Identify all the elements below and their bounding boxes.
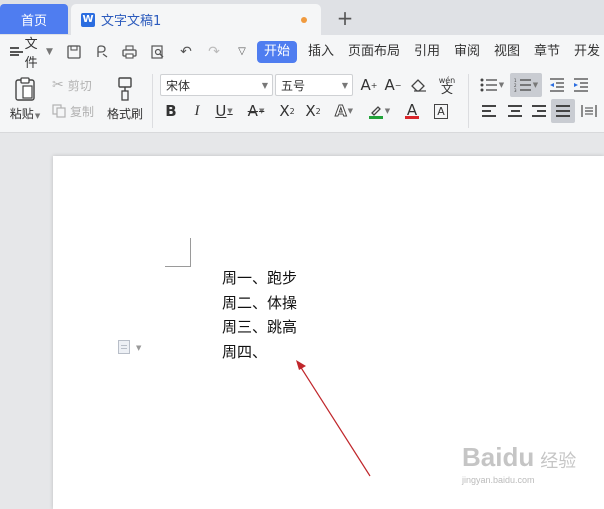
tab-insert[interactable]: 插入 [301,41,341,63]
tab-developer[interactable]: 开发 [567,41,604,63]
tab-document[interactable]: W 文字文稿1 [71,4,321,35]
tab-home-label: 首页 [20,13,47,29]
outdent-icon [550,78,564,92]
font-size-value: 五号 [281,78,306,93]
clear-format-button[interactable] [408,74,430,96]
decrease-indent-button[interactable] [546,74,568,96]
paste-label: 粘贴▼ [9,106,41,121]
indent-icon [574,78,588,92]
font-name-value: 宋体 [166,78,191,93]
watermark-logo: Baidu [462,442,535,472]
underline-button[interactable]: U ▼ [210,100,238,122]
chevron-down-icon: ▼ [46,46,53,57]
scissors-icon: ✂ [52,77,64,93]
chevron-down-icon[interactable]: ▼ [136,344,141,352]
file-menu-button[interactable]: 文件 ▼ [10,33,53,71]
watermark-jingyan: 经验 [540,451,577,472]
font-color-button[interactable]: A [398,100,426,122]
pinyin-guide-button[interactable]: wén 文 [434,74,460,96]
unsaved-dot-icon [301,17,307,23]
bullet-list-button[interactable]: ▼ [478,74,506,96]
align-center-button[interactable] [502,100,528,122]
copy-button[interactable]: 复制 [52,102,94,120]
document-line: 周四、 [222,342,268,361]
numbered-list-button[interactable]: 1 2 3 ▼ [510,73,542,97]
increase-font-size-button[interactable]: A + [358,74,380,96]
distribute-button[interactable] [578,100,600,122]
watermark-url: jingyan.baidu.com [462,475,535,485]
tab-section[interactable]: 章节 [527,41,567,63]
text-effect-icon: A [335,102,348,121]
quick-access-toolbar: ↶ ↷ ▽ [65,43,251,61]
align-right-button[interactable] [526,100,552,122]
decrease-font-size-button[interactable]: A − [382,74,404,96]
tab-bar: 首页 W 文字文稿1 + [0,0,604,35]
chevron-down-icon: ▼ [341,81,348,90]
print-icon[interactable] [121,43,139,61]
bold-button[interactable]: B [160,100,182,122]
chevron-down-icon: ▼ [261,81,268,90]
font-color-icon: A [406,100,418,119]
font-color-swatch [405,115,419,119]
ribbon-separator [152,74,153,128]
print-preview-icon[interactable] [149,43,167,61]
clipboard-icon [15,76,35,101]
font-name-select[interactable]: 宋体 ▼ [160,74,273,96]
cut-button[interactable]: ✂ 剪切 [52,76,92,94]
redo-icon[interactable]: ↷ [205,43,223,61]
document-line: 周三、跳高 [222,318,298,336]
eraser-icon [411,79,426,92]
character-border-button[interactable]: A [430,100,452,122]
customize-toolbar-icon[interactable]: ▽ [233,43,251,61]
highlighter-icon [368,106,383,119]
save-icon[interactable] [65,43,83,61]
baidu-jingyan-watermark: Baidu 经验 jingyan.baidu.com [462,442,602,502]
margin-corner-mark [165,238,191,267]
paragraph-layout-icon[interactable] [118,340,130,354]
italic-button[interactable]: I [186,100,208,122]
increase-indent-button[interactable] [570,74,592,96]
ribbon-separator [468,74,469,128]
pinyin-char-icon: 文 [440,82,453,96]
format-painter-button[interactable]: 格式刷 [104,74,146,124]
tab-view[interactable]: 视图 [487,41,527,63]
format-painter-label: 格式刷 [106,106,143,121]
highlight-button[interactable]: ▼ [364,100,394,122]
strikethrough-button[interactable]: A ▼ [242,100,270,122]
align-left-button[interactable] [476,100,502,122]
justify-button[interactable] [551,99,575,123]
tab-review[interactable]: 审阅 [447,41,487,63]
document-line: 周二、体操 [222,293,298,312]
svg-text:3: 3 [514,88,517,92]
text-effect-button[interactable]: A ▼ [330,100,358,122]
new-tab-button[interactable]: + [334,6,356,30]
hamburger-icon [10,47,23,56]
tab-home[interactable]: 首页 [0,4,68,34]
copy-label: 复制 [70,104,95,119]
paintbrush-icon [118,76,132,101]
copy-icon [52,104,66,118]
document-tab-title: 文字文稿1 [101,14,162,29]
tab-start[interactable]: 开始 [256,40,297,63]
file-menu-label: 文件 [24,36,38,71]
paste-button[interactable]: 粘贴▼ [6,74,44,124]
numbered-list-icon: 123 [514,78,531,92]
ribbon-home: 粘贴▼ ✂ 剪切 复制 格式刷 宋体 ▼ 五号 ▼ A + A − wén 文 B I U… [0,68,604,133]
font-size-select[interactable]: 五号 ▼ [275,74,353,96]
tab-references[interactable]: 引用 [407,41,447,63]
subscript-button[interactable]: X2 [302,100,324,122]
bullet-list-icon [480,78,497,92]
menu-bar: 文件 ▼ ↶ ↷ ▽ 开始 插入 页面布局 引用 审阅 视图 章节 开发 [0,33,604,71]
document-line: 周一、跑步 [222,269,298,287]
character-border-icon: A [434,103,448,119]
cut-label: 剪切 [67,78,92,93]
superscript-button[interactable]: X2 [276,100,298,122]
document-body[interactable]: 周一、跑步 周二、体操 周三、跳高 周四、 [222,266,297,364]
export-pdf-icon[interactable] [93,43,111,61]
distribute-icon [581,105,597,117]
wps-writer-icon: W [81,12,95,27]
undo-icon[interactable]: ↶ [177,43,195,61]
tab-page-layout[interactable]: 页面布局 [341,41,407,63]
ribbon-tabs: 开始 插入 页面布局 引用 审阅 视图 章节 开发 [256,40,604,63]
